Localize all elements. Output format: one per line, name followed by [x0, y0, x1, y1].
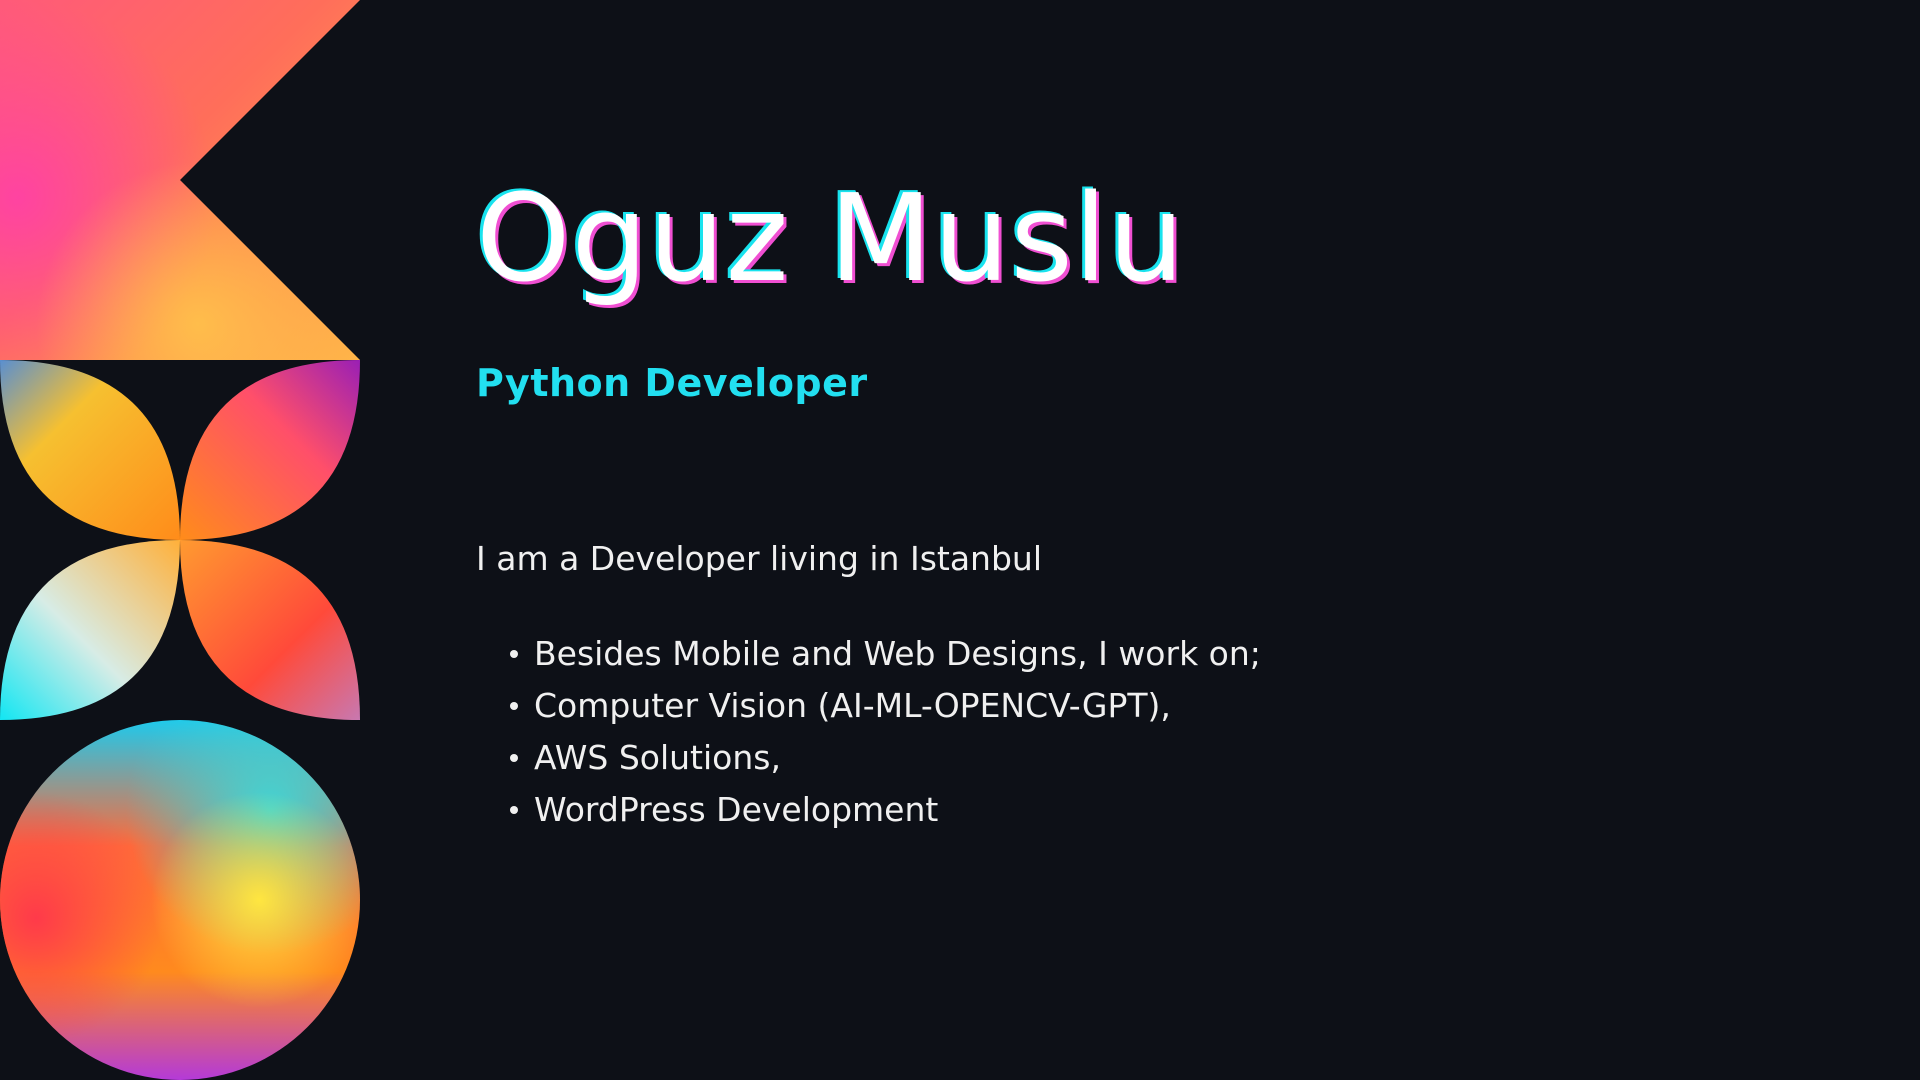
decorative-art [0, 0, 360, 1080]
slide: Oguz Muslu Python Developer I am a Devel… [0, 0, 1920, 1080]
gradient-sphere-shape [0, 720, 360, 1080]
skills-list: Besides Mobile and Web Designs, I work o… [476, 628, 1876, 836]
profile-role: Python Developer [476, 361, 868, 405]
skills-list-item-text: WordPress Development [534, 790, 939, 829]
notched-flag-shape [0, 0, 360, 360]
decorative-art-column [0, 0, 360, 1080]
skills-list-item: WordPress Development [510, 784, 1876, 836]
bullet-dot-icon [510, 806, 518, 814]
bullet-dot-icon [510, 754, 518, 762]
skills-list-item-text: AWS Solutions, [534, 738, 781, 777]
skills-list-item-text: Computer Vision (AI-ML-OPENCV-GPT), [534, 686, 1171, 725]
skills-list-item: AWS Solutions, [510, 732, 1876, 784]
profile-content: Oguz Muslu Python Developer I am a Devel… [476, 170, 1876, 836]
skills-list-item: Besides Mobile and Web Designs, I work o… [510, 628, 1876, 680]
skills-list-item-text: Besides Mobile and Web Designs, I work o… [534, 634, 1261, 673]
bullet-dot-icon [510, 650, 518, 658]
skills-list-item: Computer Vision (AI-ML-OPENCV-GPT), [510, 680, 1876, 732]
profile-intro: I am a Developer living in Istanbul [476, 539, 1042, 578]
four-petal-flower-shape [0, 360, 360, 720]
profile-name: Oguz Muslu [476, 170, 1186, 309]
bullet-dot-icon [510, 702, 518, 710]
